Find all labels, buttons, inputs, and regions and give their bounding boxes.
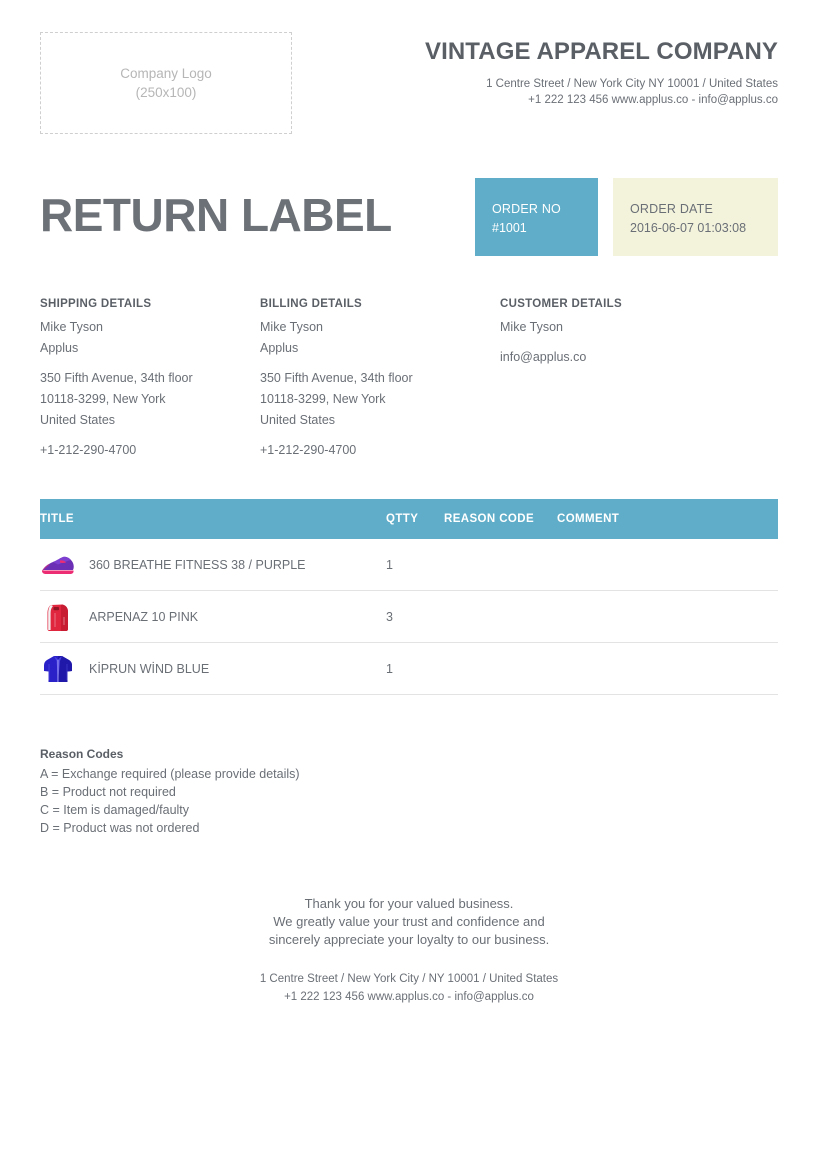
item-title-cell: ARPENAZ 10 PINK [40, 590, 386, 643]
billing-phone: +1-212-290-4700 [260, 443, 357, 457]
item-reason-code-cell [444, 539, 557, 591]
shipping-country: United States [40, 413, 116, 427]
order-number-label: ORDER NO [492, 202, 561, 216]
document-header: Company Logo (250x100) VINTAGE APPAREL C… [40, 0, 778, 134]
title-and-order-meta: RETURN LABEL ORDER NO #1001 ORDER DATE 2… [40, 178, 778, 256]
billing-company: Applus [260, 341, 299, 355]
shipping-name: Mike Tyson [40, 320, 103, 334]
item-qtty-cell: 1 [386, 642, 444, 695]
item-title-cell: KİPRUN WİND BLUE [40, 642, 386, 695]
customer-email: info@applus.co [500, 350, 587, 364]
jacket-blue-thumb [40, 651, 76, 687]
reason-codes-legend: Reason Codes A = Exchange required (plea… [40, 747, 778, 837]
item-title-text: 360 BREATHE FITNESS 38 / PURPLE [89, 557, 306, 572]
table-row: 360 BREATHE FITNESS 38 / PURPLE 1 [40, 539, 778, 591]
item-reason-code-cell [444, 642, 557, 695]
footer-address-line: 1 Centre Street / New York City / NY 100… [259, 973, 559, 985]
footer-contact-line: +1 222 123 456 www.applus.co - info@appl… [284, 991, 534, 1003]
reason-code-item: D = Product was not ordered [40, 821, 200, 835]
customer-details: CUSTOMER DETAILS Mike Tyson info@applus.… [500, 298, 622, 461]
table-row: ARPENAZ 10 PINK 3 [40, 590, 778, 643]
shipping-company: Applus [40, 341, 79, 355]
order-number-box: ORDER NO #1001 [475, 178, 598, 256]
page-title: RETURN LABEL [40, 189, 392, 241]
thank-you-line-2: We greatly value your trust and confiden… [273, 914, 545, 929]
order-date-box: ORDER DATE 2016-06-07 01:03:08 [613, 178, 778, 256]
company-address-line-2: +1 222 123 456 www.applus.co - info@appl… [528, 93, 778, 106]
item-title-cell: 360 BREATHE FITNESS 38 / PURPLE [40, 539, 386, 591]
item-qtty-cell: 1 [386, 539, 444, 591]
item-title-text: KİPRUN WİND BLUE [89, 661, 210, 676]
reason-code-item: C = Item is damaged/faulty [40, 803, 190, 817]
item-comment-cell [557, 539, 778, 591]
order-date-label: ORDER DATE [630, 202, 714, 216]
billing-name: Mike Tyson [260, 320, 323, 334]
reason-code-item: A = Exchange required (please provide de… [40, 767, 300, 781]
reason-code-item: B = Product not required [40, 785, 176, 799]
company-address-line-1: 1 Centre Street / New York City NY 10001… [486, 78, 778, 90]
document-footer: Thank you for your valued business. We g… [40, 895, 778, 1006]
billing-street: 350 Fifth Avenue, 34th floor [260, 371, 413, 385]
item-qtty-cell: 3 [386, 590, 444, 643]
order-meta-boxes: ORDER NO #1001 ORDER DATE 2016-06-07 01:… [475, 178, 778, 256]
logo-placeholder-label: Company Logo [120, 66, 212, 81]
column-header-title: TITLE [40, 499, 386, 539]
table-row: KİPRUN WİND BLUE 1 [40, 642, 778, 695]
thank-you-line-3: sincerely appreciate your loyalty to our… [268, 932, 550, 947]
shipping-details: SHIPPING DETAILS Mike Tyson Applus 350 F… [40, 298, 260, 461]
billing-city: 10118-3299, New York [260, 392, 386, 406]
billing-details: BILLING DETAILS Mike Tyson Applus 350 Fi… [260, 298, 480, 461]
item-title-text: ARPENAZ 10 PINK [89, 609, 199, 624]
footer-contact-info: 1 Centre Street / New York City / NY 100… [40, 970, 778, 1006]
shipping-street: 350 Fifth Avenue, 34th floor [40, 371, 193, 385]
billing-details-heading: BILLING DETAILS [260, 298, 363, 310]
customer-name: Mike Tyson [500, 320, 563, 334]
column-header-comment: COMMENT [557, 499, 778, 539]
item-comment-cell [557, 642, 778, 695]
items-table-body: 360 BREATHE FITNESS 38 / PURPLE 1 ARPENA… [40, 539, 778, 695]
shipping-phone: +1-212-290-4700 [40, 443, 137, 457]
company-address: 1 Centre Street / New York City NY 10001… [425, 77, 778, 108]
backpack-pink-thumb [40, 599, 76, 635]
thank-you-message: Thank you for your valued business. We g… [40, 895, 778, 949]
items-table-header: TITLE QTTY REASON CODE COMMENT [40, 499, 778, 539]
shipping-city: 10118-3299, New York [40, 392, 166, 406]
item-comment-cell [557, 590, 778, 643]
column-header-qtty: QTTY [386, 499, 444, 539]
address-details-section: SHIPPING DETAILS Mike Tyson Applus 350 F… [40, 298, 778, 461]
reason-codes-title: Reason Codes [40, 747, 124, 761]
shipping-details-heading: SHIPPING DETAILS [40, 298, 152, 310]
return-label-page: Company Logo (250x100) VINTAGE APPAREL C… [0, 0, 818, 1156]
company-info: VINTAGE APPAREL COMPANY 1 Centre Street … [425, 32, 778, 108]
column-header-reason-code: REASON CODE [444, 499, 557, 539]
item-reason-code-cell [444, 590, 557, 643]
company-logo-placeholder: Company Logo (250x100) [40, 32, 292, 134]
billing-country: United States [260, 413, 336, 427]
returned-items-table: TITLE QTTY REASON CODE COMMENT 360 BREAT… [40, 499, 778, 695]
table-header-row: TITLE QTTY REASON CODE COMMENT [40, 499, 778, 539]
logo-placeholder-size: (250x100) [135, 85, 197, 100]
order-number-value: #1001 [492, 221, 527, 235]
customer-details-heading: CUSTOMER DETAILS [500, 298, 622, 310]
thank-you-line-1: Thank you for your valued business. [304, 896, 514, 911]
order-date-value: 2016-06-07 01:03:08 [630, 221, 747, 235]
company-name: VINTAGE APPAREL COMPANY [425, 38, 778, 65]
sneaker-purple-thumb [40, 547, 76, 583]
